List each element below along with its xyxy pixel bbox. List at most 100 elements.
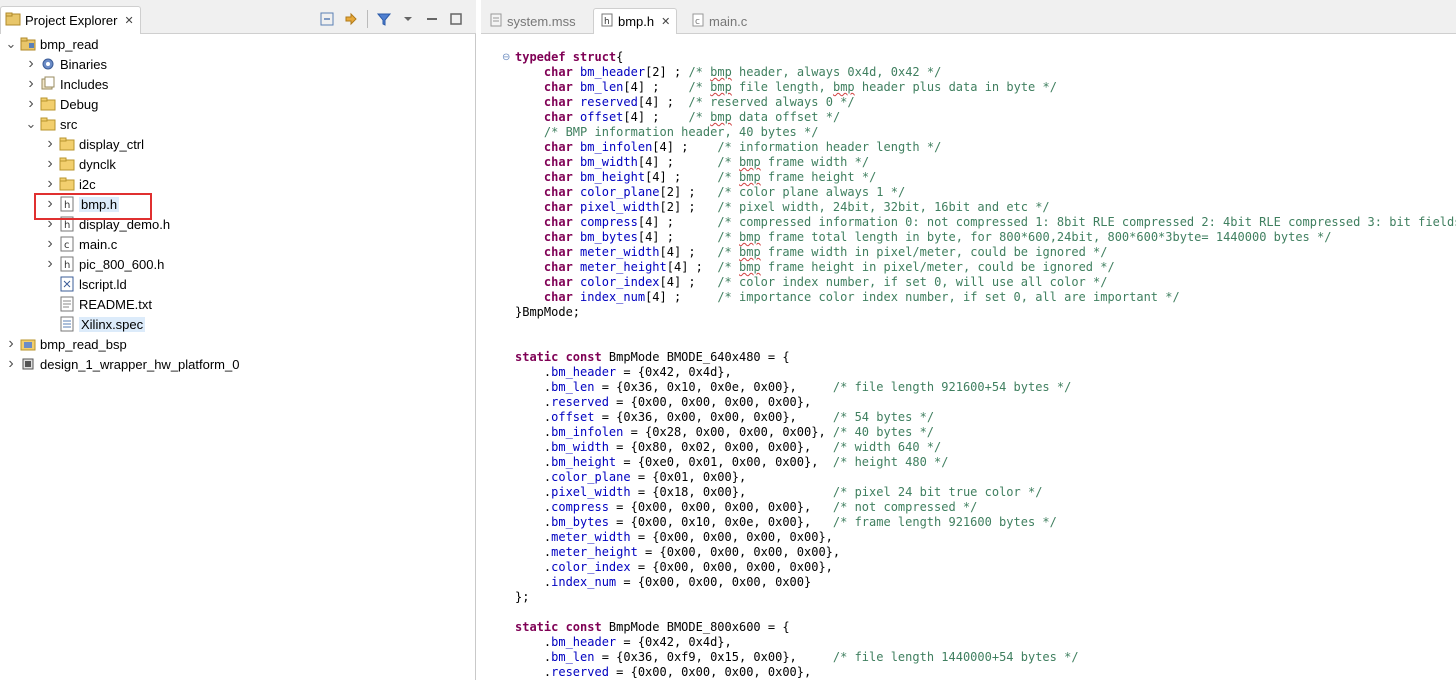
collapse-all-icon[interactable]: [319, 11, 335, 27]
close-icon[interactable]: ✕: [124, 14, 133, 27]
tree-item[interactable]: › i2c: [43, 174, 95, 194]
tree-item-label: dynclk: [79, 156, 116, 172]
chevron-right-icon[interactable]: ›: [24, 75, 38, 92]
code-token: .: [515, 425, 552, 439]
maximize-icon[interactable]: [448, 11, 464, 27]
tree-item-label: Xilinx.spec: [79, 316, 146, 332]
code-token: };: [515, 590, 530, 604]
tab-bmp-h[interactable]: h bmp.h ✕: [593, 8, 678, 34]
tree-item-label: display_ctrl: [79, 136, 145, 152]
svg-text:c: c: [64, 240, 70, 251]
tree-item[interactable]: lscript.ld: [43, 274, 127, 294]
tab-main-c[interactable]: c main.c: [685, 8, 753, 34]
link-with-editor-icon[interactable]: [343, 11, 359, 27]
code-token: char: [543, 275, 573, 289]
code-line: typedef struct{: [515, 50, 623, 65]
code-token: bm_width: [580, 155, 638, 169]
code-line: /* BMP information header, 40 bytes */: [515, 125, 819, 140]
code-token: offset: [551, 410, 595, 424]
code-token: = {0x00, 0x00, 0x00, 0x00},: [608, 665, 812, 679]
tree-item[interactable]: › dynclk: [43, 154, 116, 174]
code-token: bm_bytes: [551, 515, 609, 529]
code-token: bm_infolen: [551, 425, 624, 439]
tree-item[interactable]: ⌄ src: [24, 114, 78, 134]
tree-item-label: Debug: [60, 96, 99, 112]
tree-item[interactable]: ⌄ bmp_read: [4, 34, 99, 54]
code-token: bmp: [739, 230, 761, 244]
chevron-right-icon[interactable]: ›: [4, 335, 18, 352]
project-explorer-tabbar: Project Explorer ✕: [0, 0, 476, 34]
code-token: bmp: [832, 80, 855, 94]
tree-item[interactable]: Xilinx.spec: [43, 314, 146, 334]
code-token: compress: [580, 215, 638, 229]
tab-label: system.mss: [507, 13, 576, 29]
code-token: bm_header: [551, 365, 617, 379]
code-token: header, always 0x4d, 0x42 */: [731, 65, 942, 79]
code-token: data offset */: [731, 110, 841, 124]
code-token: /* color index number, if set 0, will us…: [717, 275, 1108, 289]
folder-icon: [40, 116, 56, 132]
code-token: bm_height: [580, 170, 646, 184]
tree-item[interactable]: › design_1_wrapper_hw_platform_0: [4, 354, 239, 374]
tree-item[interactable]: › bmp_read_bsp: [4, 334, 126, 354]
close-icon[interactable]: ✕: [661, 15, 670, 28]
code-token: frame height */: [760, 170, 877, 184]
code-token: /* 40 bytes */: [832, 425, 935, 439]
includes-icon: [40, 76, 56, 92]
tab-project-explorer[interactable]: Project Explorer ✕: [0, 6, 141, 34]
tree-item-label: bmp_read: [40, 36, 99, 52]
code-token: meter_width: [580, 245, 660, 259]
code-token: = {0x00, 0x00, 0x00, 0x00},: [608, 500, 833, 514]
chevron-right-icon[interactable]: ›: [43, 155, 57, 172]
code-token: [4] ;: [623, 80, 689, 94]
chevron-right-icon[interactable]: ›: [43, 175, 57, 192]
tree-item[interactable]: › c main.c: [43, 234, 117, 254]
tree-item[interactable]: › Debug: [24, 94, 98, 114]
code-line: .color_plane = {0x01, 0x00},: [515, 470, 746, 485]
header-file-icon: h: [59, 256, 75, 272]
chevron-right-icon[interactable]: ›: [24, 55, 38, 72]
tree-item[interactable]: › Binaries: [24, 54, 107, 74]
tree-item[interactable]: README.txt: [43, 294, 152, 314]
minimize-icon[interactable]: [424, 11, 440, 27]
spec-file-icon: [59, 316, 75, 332]
editor-tabbar: system.mss h bmp.h ✕ c main.c: [481, 0, 1456, 34]
tree-item[interactable]: › Includes: [24, 74, 108, 94]
code-token: [2] ;: [659, 200, 718, 214]
code-token: frame total length in byte, for 800*600,…: [760, 230, 1332, 244]
fold-collapse-icon[interactable]: ⊖: [502, 52, 510, 63]
chevron-right-icon[interactable]: ›: [43, 255, 57, 272]
filter-icon[interactable]: [376, 11, 392, 27]
view-menu-icon[interactable]: [400, 11, 416, 27]
code-token: /*: [717, 230, 740, 244]
tab-system-mss[interactable]: system.mss: [483, 8, 582, 34]
tree-item-label: pic_800_600.h: [79, 256, 165, 272]
tree-item[interactable]: › h pic_800_600.h: [43, 254, 164, 274]
chevron-down-icon[interactable]: ⌄: [24, 116, 38, 131]
code-token: BmpMode BMODE_800x600 = {: [601, 620, 790, 634]
svg-text:h: h: [604, 17, 610, 27]
svg-text:h: h: [64, 260, 70, 271]
code-token: bmp: [710, 80, 732, 94]
code-line: .reserved = {0x00, 0x00, 0x00, 0x00},: [515, 395, 811, 410]
chevron-right-icon[interactable]: ›: [4, 355, 18, 372]
code-token: static const: [515, 620, 602, 634]
chevron-right-icon[interactable]: ›: [24, 95, 38, 112]
code-token: [4] ;: [659, 245, 718, 259]
chevron-right-icon[interactable]: ›: [43, 135, 57, 152]
tree-item[interactable]: › display_ctrl: [43, 134, 144, 154]
tree-item-label: Binaries: [60, 56, 107, 72]
code-token: bm_header: [551, 635, 617, 649]
code-token: /* frame length 921600 bytes */: [832, 515, 1057, 529]
chevron-down-icon[interactable]: ⌄: [4, 36, 18, 51]
code-line: .bm_len = {0x36, 0x10, 0x0e, 0x00}, /* f…: [515, 380, 1071, 395]
chevron-right-icon[interactable]: ›: [43, 235, 57, 252]
code-token: char: [543, 110, 573, 124]
